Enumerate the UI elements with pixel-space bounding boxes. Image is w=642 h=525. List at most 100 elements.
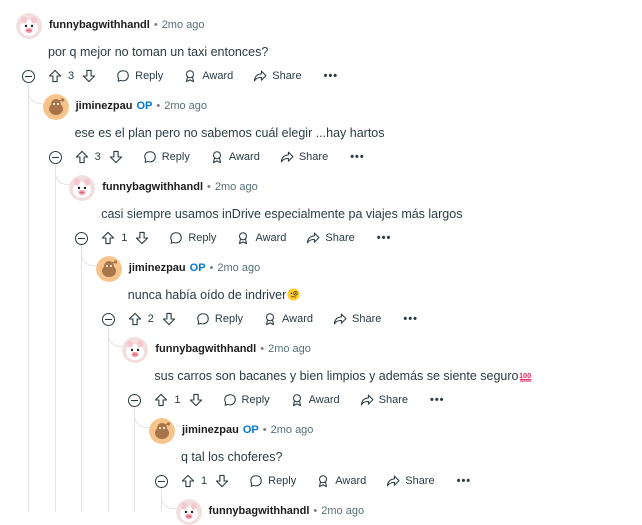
downvote-icon[interactable] xyxy=(135,231,149,245)
author-name[interactable]: funnybagwithhandl xyxy=(49,19,150,31)
upvote-icon[interactable] xyxy=(75,150,89,164)
op-badge: OP xyxy=(189,262,206,274)
upvote-icon[interactable] xyxy=(128,312,142,326)
award-icon xyxy=(263,312,277,326)
vote-count: 1 xyxy=(121,232,128,244)
reply-button[interactable]: Reply xyxy=(116,69,163,83)
author-name[interactable]: jiminezpau xyxy=(182,424,239,436)
reply-label: Reply xyxy=(161,151,190,163)
collapse-thread-button[interactable] xyxy=(48,150,62,164)
collapse-thread-button[interactable] xyxy=(101,312,115,326)
thread-curve xyxy=(81,251,96,266)
reply-icon xyxy=(169,231,183,245)
user-avatar[interactable] xyxy=(149,418,175,444)
author-name[interactable]: funnybagwithhandl xyxy=(102,181,203,193)
share-icon xyxy=(333,312,347,326)
comment-body: q tal los choferes? xyxy=(181,450,282,464)
share-button[interactable]: Share xyxy=(280,150,328,164)
user-avatar[interactable] xyxy=(16,13,42,39)
author-name[interactable]: funnybagwithhandl xyxy=(155,343,256,355)
downvote-icon[interactable] xyxy=(109,150,123,164)
comment-timestamp[interactable]: 2mo ago xyxy=(164,100,207,112)
award-button[interactable]: Award xyxy=(210,150,260,164)
user-avatar[interactable] xyxy=(175,499,202,525)
upvote-icon[interactable] xyxy=(154,393,168,407)
comment-text: sus carros son bacanes y bien limpios y … xyxy=(154,369,519,383)
user-avatar[interactable] xyxy=(95,256,122,282)
user-avatar[interactable] xyxy=(69,175,96,201)
op-badge: OP xyxy=(136,100,153,112)
collapse-thread-button[interactable] xyxy=(22,69,35,83)
comment-timestamp[interactable]: 2mo ago xyxy=(215,181,258,193)
reply-label: Reply xyxy=(268,475,297,487)
downvote-icon[interactable] xyxy=(215,474,229,488)
reply-button[interactable]: Reply xyxy=(169,231,216,245)
collapse-thread-button[interactable] xyxy=(128,393,142,407)
author-name[interactable]: funnybagwithhandl xyxy=(209,505,310,517)
upvote-icon[interactable] xyxy=(48,69,62,83)
share-label: Share xyxy=(325,232,355,244)
comment-timestamp[interactable]: 2mo ago xyxy=(217,262,260,274)
collapse-thread-button[interactable] xyxy=(75,231,89,245)
award-button[interactable]: Award xyxy=(236,231,286,245)
comment-body: nunca había oído de indriver xyxy=(128,288,300,302)
award-icon xyxy=(236,231,250,245)
comment-timestamp[interactable]: 2mo ago xyxy=(268,343,311,355)
more-options-button[interactable]: ••• xyxy=(377,232,392,244)
downvote-icon[interactable] xyxy=(82,69,96,83)
separator-dot: • xyxy=(207,181,211,193)
user-avatar[interactable] xyxy=(42,94,69,120)
downvote-icon[interactable] xyxy=(162,312,176,326)
reply-button[interactable]: Reply xyxy=(143,150,190,164)
separator-dot: • xyxy=(153,19,158,31)
author-name[interactable]: jiminezpau xyxy=(129,262,186,274)
comment-text: ese es el plan pero no sabemos cuál eleg… xyxy=(74,126,385,140)
more-options-button[interactable]: ••• xyxy=(457,475,472,487)
downvote-icon[interactable] xyxy=(189,393,203,407)
award-button[interactable]: Award xyxy=(316,474,366,488)
share-icon xyxy=(360,393,374,407)
award-button[interactable]: Award xyxy=(263,312,313,326)
more-options-button[interactable]: ••• xyxy=(403,313,418,325)
share-button[interactable]: Share xyxy=(360,393,408,407)
comment-timestamp[interactable]: 2mo ago xyxy=(162,19,205,31)
vote-count: 1 xyxy=(201,475,208,487)
more-options-button[interactable]: ••• xyxy=(324,70,339,82)
user-avatar[interactable] xyxy=(122,337,149,363)
award-label: Award xyxy=(255,232,287,244)
reply-button[interactable]: Reply xyxy=(249,474,296,488)
svg-text:100: 100 xyxy=(519,371,531,380)
more-options-button[interactable]: ••• xyxy=(430,394,445,406)
comment-text: nunca había oído de indriver xyxy=(127,288,287,302)
reply-button[interactable]: Reply xyxy=(196,312,243,326)
award-label: Award xyxy=(282,313,314,325)
comment-header: funnybagwithhandl • 2mo ago xyxy=(49,15,205,35)
award-button[interactable]: Award xyxy=(290,393,340,407)
share-label: Share xyxy=(405,475,435,487)
more-options-button[interactable]: ••• xyxy=(350,151,365,163)
share-button[interactable]: Share xyxy=(333,312,381,326)
comment-header: funnybagwithhandl • 2mo ago xyxy=(209,501,365,521)
author-name[interactable]: jiminezpau xyxy=(76,100,133,112)
monocle-face-emoji xyxy=(286,288,300,302)
share-button[interactable]: Share xyxy=(253,69,302,83)
share-label: Share xyxy=(298,151,329,163)
thread-curve xyxy=(55,170,70,185)
thread-curve xyxy=(28,89,43,104)
reply-button[interactable]: Reply xyxy=(223,393,270,407)
comment-body: casi siempre usamos inDrive especialment… xyxy=(101,207,462,221)
share-button[interactable]: Share xyxy=(306,231,355,245)
upvote-icon[interactable] xyxy=(181,474,195,488)
comment-timestamp[interactable]: 2mo ago xyxy=(271,424,314,436)
share-label: Share xyxy=(352,313,382,325)
comment-timestamp[interactable]: 2mo ago xyxy=(321,505,364,517)
comment-text: casi siempre usamos inDrive especialment… xyxy=(101,207,463,221)
vote-count: 1 xyxy=(174,394,181,406)
upvote-icon[interactable] xyxy=(101,231,115,245)
vote-count: 3 xyxy=(94,151,101,163)
share-button[interactable]: Share xyxy=(386,474,435,488)
share-icon xyxy=(306,231,320,245)
collapse-thread-button[interactable] xyxy=(155,474,168,488)
award-label: Award xyxy=(202,70,234,82)
award-button[interactable]: Award xyxy=(183,69,233,83)
